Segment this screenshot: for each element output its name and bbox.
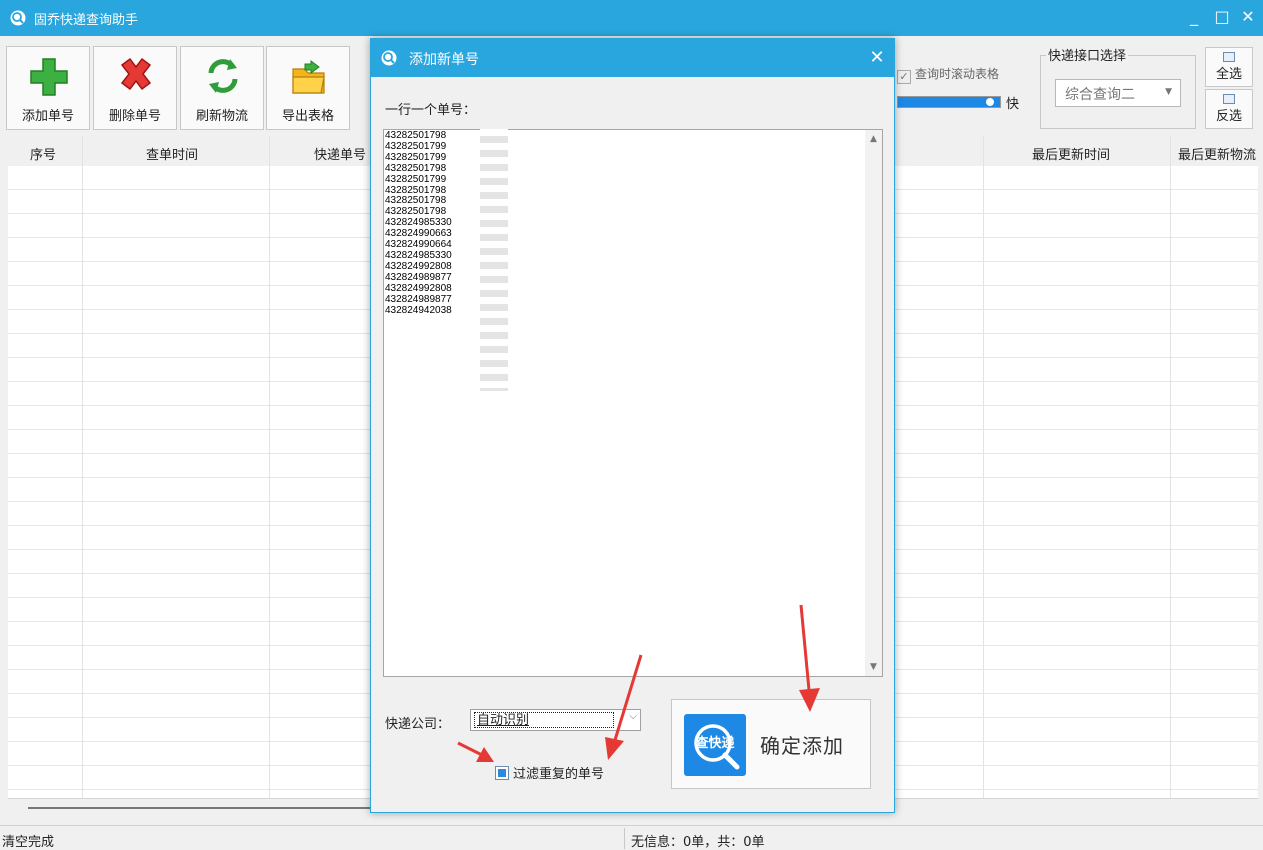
main-titlebar: 固乔快递查询助手 _ □ ✕: [0, 0, 1263, 36]
scroll-table-label: 查询时滚动表格: [915, 67, 1000, 81]
app-logo-icon: [381, 50, 397, 66]
app-logo-icon: [10, 10, 26, 26]
minimize-button[interactable]: _: [1182, 6, 1206, 28]
filter-duplicates-checkbox[interactable]: 过滤重复的单号: [495, 763, 604, 782]
dialog-close-button[interactable]: ✕: [866, 47, 888, 69]
select-all-icon: [1223, 52, 1235, 62]
company-select-value: 自动识别: [474, 712, 614, 728]
tracking-numbers-list: 43282501798 43282501799 43282501799 4328250…: [385, 130, 452, 316]
export-table-button[interactable]: 导出表格: [266, 46, 350, 130]
column-header-last-update-time[interactable]: 最后更新时间: [1032, 144, 1110, 163]
status-counts: 无信息：0单，共：0单: [631, 835, 765, 850]
refresh-icon: [208, 59, 238, 93]
vertical-scrollbar[interactable]: ▲ ▼: [865, 130, 882, 676]
export-table-label: 导出表格: [281, 109, 334, 124]
tracking-numbers-textarea[interactable]: 43282501798 43282501799 43282501799 4328250…: [383, 129, 883, 677]
column-divider: [1170, 136, 1171, 798]
speed-slider-fill: [898, 97, 1000, 107]
close-window-button[interactable]: ✕: [1236, 6, 1260, 28]
privacy-blur: [480, 129, 508, 391]
invert-selection-label: 反选: [1215, 109, 1242, 124]
api-select-legend: 快递接口选择: [1046, 45, 1129, 64]
column-header-last-update-logistics[interactable]: 最后更新物流: [1178, 144, 1258, 163]
invert-selection-button[interactable]: 反选: [1205, 89, 1253, 129]
confirm-add-label: 确定添加: [760, 734, 844, 758]
refresh-logistics-label: 刷新物流: [195, 109, 248, 124]
add-number-label: 添加单号: [21, 109, 74, 124]
confirm-add-button[interactable]: 查快递 确定添加: [671, 699, 871, 789]
refresh-logistics-button[interactable]: 刷新物流: [180, 46, 264, 130]
tracking-number-line: 43282501798: [385, 162, 447, 174]
speed-slider-knob[interactable]: [986, 98, 994, 106]
api-select-value: 综合查询二: [1065, 87, 1135, 103]
add-icon: [30, 58, 68, 96]
scroll-up-icon[interactable]: ▲: [865, 134, 882, 144]
column-divider: [983, 136, 984, 798]
tracking-number-line: 43282501799: [385, 173, 447, 185]
column-divider: [269, 136, 270, 798]
tracking-number-line: 432824942038: [385, 304, 452, 316]
select-all-label: 全选: [1215, 67, 1242, 82]
status-divider: [624, 828, 625, 849]
delete-icon: [120, 57, 152, 91]
dialog-title: 添加新单号: [409, 52, 479, 68]
column-header-tracking-number[interactable]: 快递单号: [314, 144, 366, 163]
column-divider: [82, 136, 83, 798]
chevron-down-icon: ▼: [1165, 87, 1172, 97]
scroll-table-checkbox[interactable]: ✓ 查询时滚动表格: [897, 65, 999, 84]
status-message: 清空完成: [2, 835, 55, 850]
checkbox-check-icon: ✓: [897, 70, 911, 84]
column-header-query-time[interactable]: 查单时间: [146, 144, 198, 163]
company-select[interactable]: 自动识别 ⌵: [470, 709, 641, 731]
maximize-button[interactable]: □: [1210, 6, 1234, 28]
tracking-number-line: 432824989877: [385, 293, 452, 305]
add-number-button[interactable]: 添加单号: [6, 46, 90, 130]
chevron-down-icon: ⌵: [629, 711, 637, 722]
window-title: 固乔快递查询助手: [34, 13, 139, 28]
logo-text: 查快递: [694, 735, 734, 751]
filter-duplicates-label: 过滤重复的单号: [513, 767, 605, 782]
delete-number-label: 删除单号: [108, 109, 161, 124]
company-label: 快递公司：: [385, 717, 451, 732]
scrollbar-thumb[interactable]: [28, 807, 378, 809]
query-express-logo-icon: 查快递: [684, 714, 746, 776]
invert-selection-icon: [1223, 94, 1235, 104]
export-folder-icon: [292, 60, 325, 94]
api-select-dropdown[interactable]: 综合查询二 ▼: [1055, 79, 1181, 107]
scroll-down-icon[interactable]: ▼: [865, 662, 882, 672]
checkbox-checked-icon: [495, 766, 509, 780]
column-header-index[interactable]: 序号: [30, 144, 56, 163]
select-all-button[interactable]: 全选: [1205, 47, 1253, 87]
status-bar: 清空完成 无信息：0单，共：0单: [0, 825, 1263, 850]
add-number-dialog: 添加新单号 ✕ 一行一个单号： 43282501798 43282501799 43…: [370, 38, 895, 813]
delete-number-button[interactable]: 删除单号: [93, 46, 177, 130]
speed-label: 快: [1006, 97, 1020, 112]
dialog-titlebar: 添加新单号 ✕: [371, 39, 894, 77]
dialog-prompt: 一行一个单号：: [385, 103, 477, 118]
speed-slider[interactable]: [897, 96, 1001, 108]
tracking-number-line: 432824992808: [385, 282, 452, 294]
